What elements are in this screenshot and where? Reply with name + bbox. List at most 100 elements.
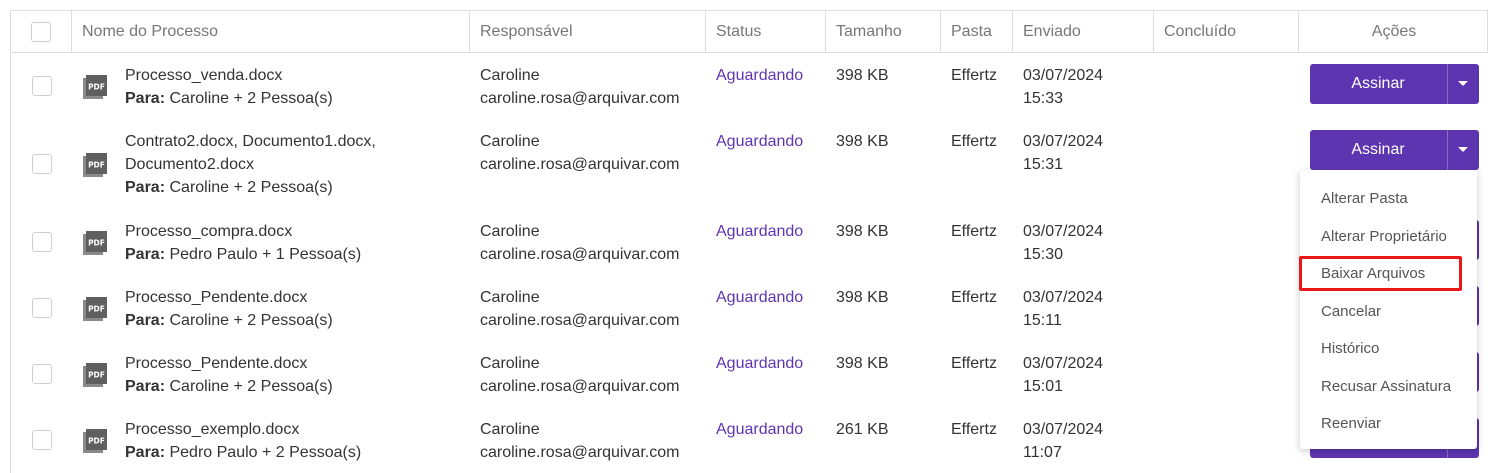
row-checkbox-cell: [11, 407, 72, 473]
actions-dropdown-toggle[interactable]: [1446, 64, 1479, 104]
responsible-name: Caroline: [480, 223, 540, 240]
sign-button[interactable]: Assinar: [1309, 130, 1447, 170]
column-header-responsible[interactable]: Responsável: [470, 11, 706, 52]
row-checkbox[interactable]: [31, 298, 52, 318]
responsible-cell: Caroline caroline.rosa@arquivar.com: [470, 209, 706, 275]
file-name-line[interactable]: Processo_Pendente.docx: [125, 286, 333, 309]
sent-time: 15:31: [1023, 156, 1064, 173]
responsible-cell: Caroline caroline.rosa@arquivar.com: [470, 341, 706, 407]
process-table: Nome do Processo Responsável Status Tama…: [10, 10, 1488, 473]
table-body: PDF Processo_venda.docx Para: Caroline + …: [11, 53, 1488, 473]
recipients-label: Para:: [125, 90, 166, 107]
process-name-text: Processo_exemplo.docx Para: Pedro Paulo +…: [125, 418, 361, 464]
sent-date: 03/07/2024: [1023, 355, 1104, 372]
dropdown-menu-item[interactable]: Cancelar: [1300, 293, 1477, 331]
sent-time: 15:11: [1023, 312, 1062, 329]
status-link[interactable]: Aguardando: [716, 133, 803, 150]
row-checkbox-cell: [11, 341, 72, 407]
column-header-status[interactable]: Status: [706, 11, 826, 52]
process-name-wrap: PDF Processo_Pendente.docx Para: Caroline…: [82, 286, 333, 332]
pdf-file-icon: PDF: [82, 229, 108, 257]
column-header-sent[interactable]: Enviado: [1013, 11, 1154, 52]
select-all-checkbox[interactable]: [31, 21, 51, 42]
pdf-file-icon: PDF: [82, 295, 108, 323]
column-header-actions: Ações: [1371, 23, 1417, 40]
sent-cell: 03/07/2024 15:31: [1013, 119, 1154, 209]
completed-cell: [1154, 275, 1299, 341]
file-name-line[interactable]: Processo_venda.docx: [125, 64, 333, 87]
responsible-email: caroline.rosa@arquivar.com: [480, 156, 680, 173]
svg-text:PDF: PDF: [88, 437, 105, 446]
process-name-cell: PDF Processo_Pendente.docx Para: Caroline…: [72, 341, 470, 407]
sign-button[interactable]: Assinar: [1309, 64, 1447, 104]
column-header-folder[interactable]: Pasta: [941, 11, 1013, 52]
responsible-name: Caroline: [480, 133, 540, 150]
file-name-line[interactable]: Processo_exemplo.docx: [125, 418, 361, 441]
status-link[interactable]: Aguardando: [716, 421, 803, 438]
process-name-text: Processo_Pendente.docx Para: Caroline + 2…: [125, 352, 333, 398]
completed-cell: [1154, 209, 1299, 275]
completed-cell: [1154, 407, 1299, 473]
dropdown-menu-item[interactable]: Alterar Proprietário: [1300, 218, 1477, 256]
recipients-label: Para:: [125, 246, 166, 263]
dropdown-menu-item[interactable]: Reenviar: [1300, 405, 1477, 443]
dropdown-menu-item[interactable]: Histórico: [1300, 330, 1477, 368]
folder-cell: Effertz: [951, 67, 997, 84]
file-name-line[interactable]: Documento2.docx: [125, 153, 376, 176]
process-name-cell: PDF Processo_compra.docx Para: Pedro Paul…: [72, 209, 470, 275]
row-checkbox[interactable]: [31, 76, 52, 96]
dropdown-menu-item[interactable]: Recusar Assinatura: [1300, 368, 1477, 406]
pdf-file-icon: PDF: [82, 73, 108, 101]
process-name-wrap: PDF Contrato2.docx, Documento1.docx, Docu…: [82, 130, 376, 199]
file-name-line[interactable]: Contrato2.docx, Documento1.docx,: [125, 130, 376, 153]
highlight-annotation-box: [1299, 256, 1462, 291]
row-checkbox[interactable]: [31, 430, 52, 450]
dropdown-menu-item[interactable]: Baixar Arquivos: [1299, 255, 1477, 293]
column-header-completed[interactable]: Concluído: [1154, 11, 1299, 52]
process-name-text: Contrato2.docx, Documento1.docx, Document…: [125, 130, 376, 199]
table-row: PDF Contrato2.docx, Documento1.docx, Docu…: [11, 119, 1488, 209]
row-checkbox-cell: [11, 275, 72, 341]
responsible-email: caroline.rosa@arquivar.com: [480, 444, 680, 461]
row-checkbox[interactable]: [31, 364, 52, 384]
sign-button-group: Assinar: [1309, 64, 1479, 104]
chevron-down-icon: [1457, 80, 1469, 88]
column-header-size[interactable]: Tamanho: [826, 11, 941, 52]
status-link[interactable]: Aguardando: [716, 355, 803, 372]
recipients-value: Caroline + 2 Pessoa(s): [169, 179, 333, 196]
file-name-line[interactable]: Processo_Pendente.docx: [125, 352, 333, 375]
process-name-wrap: PDF Processo_Pendente.docx Para: Caroline…: [82, 352, 333, 398]
sent-date: 03/07/2024: [1023, 67, 1104, 84]
table-row: PDF Processo_compra.docx Para: Pedro Paul…: [11, 209, 1488, 275]
pdf-file-icon: PDF: [82, 427, 108, 455]
process-name-wrap: PDF Processo_exemplo.docx Para: Pedro Pau…: [82, 418, 361, 464]
table-row: PDF Processo_venda.docx Para: Caroline + …: [11, 53, 1488, 119]
recipients-value: Pedro Paulo + 2 Pessoa(s): [169, 444, 362, 461]
responsible-cell: Caroline caroline.rosa@arquivar.com: [470, 275, 706, 341]
row-checkbox[interactable]: [31, 154, 52, 174]
responsible-name: Caroline: [480, 421, 540, 438]
sent-time: 11:07: [1023, 444, 1062, 461]
dropdown-menu-item[interactable]: Alterar Pasta: [1300, 180, 1477, 218]
status-link[interactable]: Aguardando: [716, 289, 803, 306]
column-header-name[interactable]: Nome do Processo: [72, 11, 470, 52]
status-link[interactable]: Aguardando: [716, 223, 803, 240]
file-name-line[interactable]: Processo_compra.docx: [125, 220, 361, 243]
row-checkbox[interactable]: [31, 232, 52, 252]
size-cell: 398 KB: [836, 355, 889, 372]
sent-cell: 03/07/2024 15:11: [1013, 275, 1154, 341]
responsible-name: Caroline: [480, 67, 540, 84]
size-cell: 398 KB: [836, 289, 889, 306]
status-cell: Aguardando: [706, 275, 826, 341]
actions-dropdown-toggle[interactable]: [1446, 130, 1479, 170]
responsible-name: Caroline: [480, 355, 540, 372]
process-name-cell: PDF Contrato2.docx, Documento1.docx, Docu…: [72, 119, 470, 209]
status-cell: Aguardando: [706, 341, 826, 407]
status-cell: Aguardando: [706, 119, 826, 209]
process-name-text: Processo_compra.docx Para: Pedro Paulo + …: [125, 220, 361, 266]
svg-text:PDF: PDF: [88, 371, 105, 380]
completed-cell: [1154, 53, 1299, 119]
pdf-file-icon: PDF: [82, 151, 108, 179]
folder-cell: Effertz: [951, 223, 997, 240]
status-link[interactable]: Aguardando: [716, 67, 803, 84]
